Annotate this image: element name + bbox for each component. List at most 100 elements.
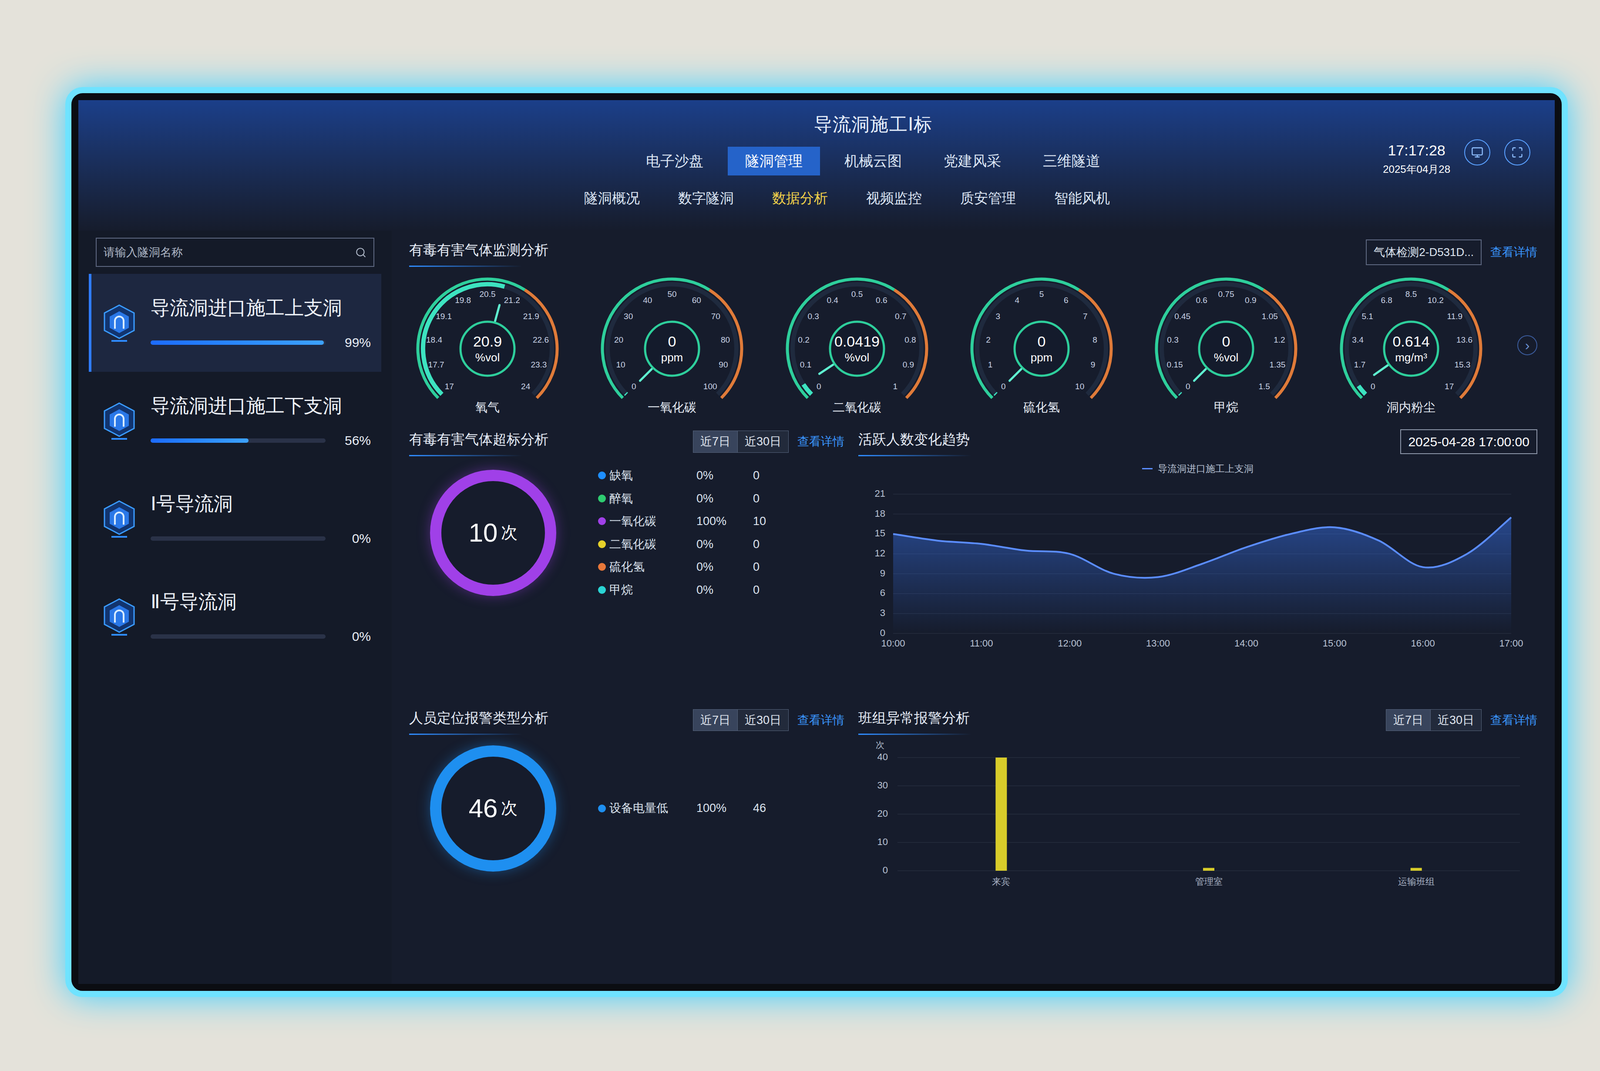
svg-text:100: 100	[703, 381, 718, 391]
svg-text:80: 80	[720, 335, 730, 345]
svg-text:ppm: ppm	[1030, 350, 1053, 364]
gas-gauge: 00.150.30.450.60.750.91.051.21.351.50%vo…	[1147, 273, 1305, 417]
sidebar-item[interactable]: 导流洞进口施工下支洞56%	[88, 371, 382, 470]
gauge-dial: 00.10.20.30.40.50.60.70.80.910.0419%vol	[778, 273, 936, 409]
svg-text:24: 24	[521, 381, 531, 391]
subnav-tab[interactable]: 数据分析	[758, 184, 842, 212]
svg-text:0.8: 0.8	[904, 335, 916, 345]
svg-text:10: 10	[1075, 381, 1085, 391]
sidebar-item[interactable]: 导流洞进口施工上支洞99%	[88, 273, 382, 372]
subnav-tab[interactable]: 视频监控	[852, 184, 936, 212]
nav-tab[interactable]: 三维隧道	[1025, 146, 1118, 176]
range-tab[interactable]: 近7日	[693, 430, 738, 453]
svg-text:19.1: 19.1	[435, 311, 452, 321]
gas-exceed-panel: 有毒有害气体超标分析近7日近30日查看详情10次缺氧0%0醉氧0%0一氧化碳10…	[409, 426, 845, 696]
svg-text:1: 1	[988, 359, 993, 370]
range-tab[interactable]: 近30日	[737, 709, 789, 731]
legend-dot	[598, 585, 606, 594]
svg-text:11.9: 11.9	[1446, 311, 1463, 321]
nav-tab[interactable]: 机械云图	[826, 146, 920, 176]
svg-text:运输班组: 运输班组	[1398, 876, 1435, 887]
subnav-tab[interactable]: 智能风机	[1040, 184, 1124, 212]
main-panel: 有毒有害气体监测分析气体检测2-D531D...查看详情1717.718.419…	[391, 230, 1555, 984]
legend: 缺氧0%0醉氧0%0一氧化碳100%10二氧化碳0%0硫化氢0%0甲烷0%0	[598, 466, 788, 599]
subnav-tab[interactable]: 质安管理	[946, 184, 1030, 212]
progress-fill	[150, 340, 324, 345]
search-field[interactable]: 请输入隧洞名称	[95, 237, 375, 267]
next-button[interactable]: ›	[1517, 335, 1538, 356]
svg-text:1: 1	[892, 381, 898, 391]
detail-link[interactable]: 查看详情	[797, 432, 845, 451]
svg-text:40: 40	[642, 295, 653, 305]
svg-text:1.2: 1.2	[1273, 335, 1286, 345]
svg-text:9: 9	[880, 567, 886, 579]
tunnel-icon	[101, 499, 137, 539]
svg-text:10.2: 10.2	[1427, 295, 1444, 305]
detail-link[interactable]: 查看详情	[797, 711, 845, 730]
svg-text:16:00: 16:00	[1411, 637, 1436, 649]
svg-text:15.3: 15.3	[1454, 359, 1471, 370]
range-tab[interactable]: 近30日	[1430, 709, 1482, 731]
trend-chart: 03691215182110:0011:0012:0013:0014:0015:…	[858, 480, 1529, 656]
datetime-field[interactable]: 2025-04-28 17:00:00	[1400, 429, 1538, 454]
range-tab[interactable]: 近7日	[693, 709, 738, 731]
nav-tab[interactable]: 党建风采	[926, 146, 1019, 176]
sidebar-item[interactable]: Ⅱ号导流洞0%	[88, 567, 382, 666]
svg-text:10: 10	[616, 359, 626, 370]
team-alarm-panel: 班组异常报警分析近7日近30日查看详情次010203040来宾管理室运输班组	[858, 705, 1538, 974]
chart-legend: 导流洞进口施工上支洞	[858, 461, 1538, 476]
legend-row: 硫化氢0%0	[598, 557, 788, 576]
subnav-tab[interactable]: 数字隧洞	[664, 184, 748, 212]
range-tabs: 近7日近30日查看详情	[692, 430, 845, 453]
screen-button[interactable]	[1464, 139, 1491, 166]
svg-text:0.1: 0.1	[800, 359, 812, 370]
svg-text:6.8: 6.8	[1380, 295, 1392, 305]
legend-row: 甲烷0%0	[598, 581, 788, 599]
svg-text:0: 0	[668, 332, 677, 350]
donut-chart: 46次	[430, 745, 557, 872]
tunnel-icon	[101, 303, 137, 343]
nav-tab[interactable]: 电子沙盘	[628, 146, 721, 176]
legend-dot	[598, 804, 606, 813]
active-trend-panel: 活跃人数变化趋势2025-04-28 17:00:00导流洞进口施工上支洞036…	[858, 426, 1538, 696]
tunnel-name: Ⅱ号导流洞	[150, 587, 371, 616]
svg-text:0.5: 0.5	[850, 289, 863, 299]
tunnel-name: Ⅰ号导流洞	[150, 489, 371, 518]
svg-text:0: 0	[1185, 381, 1191, 391]
range-tabs: 近7日近30日查看详情	[692, 709, 845, 732]
svg-text:5: 5	[1039, 289, 1045, 299]
nav-tab[interactable]: 隧洞管理	[727, 146, 821, 176]
fullscreen-button[interactable]	[1504, 139, 1531, 166]
gas-gauge: 0123456789100ppm硫化氢	[963, 273, 1120, 417]
fullscreen-icon	[1511, 146, 1524, 159]
range-tab[interactable]: 近30日	[737, 430, 789, 453]
clock: 17:17:282025年04月28	[1382, 139, 1451, 178]
gauge-dial: 1717.718.419.119.820.521.221.922.623.324…	[409, 273, 566, 409]
svg-text:0.6: 0.6	[875, 295, 888, 305]
range-tabs: 近7日近30日查看详情	[1385, 709, 1538, 732]
tunnel-icon	[101, 401, 137, 441]
svg-text:50: 50	[667, 289, 677, 299]
svg-text:4: 4	[1014, 295, 1020, 305]
sidebar-item[interactable]: Ⅰ号导流洞0%	[88, 469, 382, 568]
detail-link[interactable]: 查看详情	[1490, 711, 1538, 730]
svg-text:0: 0	[816, 381, 822, 391]
tunnel-icon	[101, 597, 137, 637]
bar-chart: 次010203040来宾管理室运输班组	[858, 739, 1538, 897]
svg-text:18.4: 18.4	[426, 335, 443, 345]
svg-text:次: 次	[875, 739, 885, 750]
svg-text:20: 20	[877, 807, 888, 819]
svg-text:1.7: 1.7	[1353, 359, 1365, 370]
svg-text:0.15: 0.15	[1166, 359, 1184, 370]
svg-text:%vol: %vol	[475, 350, 500, 364]
svg-text:3: 3	[995, 311, 1001, 321]
detail-link[interactable]: 查看详情	[1490, 243, 1538, 262]
svg-text:ppm: ppm	[661, 350, 684, 364]
legend: 设备电量低100%46	[598, 799, 788, 817]
range-tab[interactable]: 近7日	[1386, 709, 1431, 731]
subnav-tab[interactable]: 隧洞概况	[570, 184, 654, 212]
device-select[interactable]: 气体检测2-D531D...	[1365, 239, 1482, 266]
legend-row: 二氧化碳0%0	[598, 535, 788, 554]
svg-text:19.8: 19.8	[454, 295, 471, 305]
svg-text:0.2: 0.2	[797, 335, 810, 345]
